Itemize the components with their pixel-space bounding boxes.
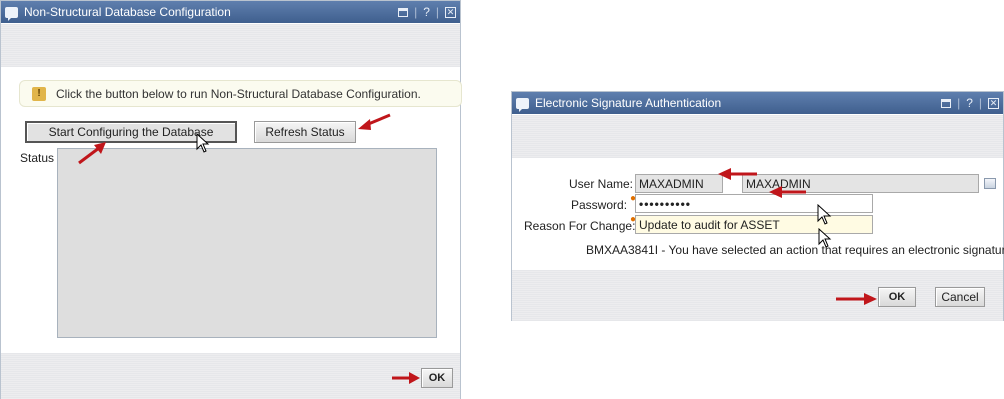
mouse-pointer-icon	[818, 228, 832, 248]
close-icon[interactable]: ✕	[988, 97, 999, 109]
lookup-icon[interactable]	[984, 178, 996, 189]
help-icon[interactable]: ?	[966, 96, 973, 110]
ok-button[interactable]: OK	[421, 368, 453, 388]
dialog-titlebar: Electronic Signature Authentication | ? …	[512, 92, 1003, 114]
user-name-label: User Name:	[569, 177, 634, 191]
hint-text: Click the button below to run Non-Struct…	[56, 86, 421, 101]
minimize-icon[interactable]	[941, 98, 952, 108]
minimize-icon[interactable]	[398, 7, 409, 17]
ok-button[interactable]: OK	[878, 287, 916, 307]
dialog-titlebar: Non-Structural Database Configuration | …	[1, 1, 460, 23]
reason-value: Update to audit for ASSET	[639, 218, 780, 232]
annotation-arrow-icon	[392, 372, 420, 384]
title-separator: |	[978, 96, 982, 110]
reason-field[interactable]: Update to audit for ASSET	[635, 215, 873, 234]
password-field[interactable]: ••••••••••	[635, 194, 873, 213]
title-separator: |	[435, 5, 439, 19]
dialog-icon	[5, 6, 18, 21]
annotation-arrow-icon	[358, 113, 391, 130]
dialog-icon	[516, 97, 529, 112]
non-structural-db-dialog: Non-Structural Database Configuration | …	[0, 0, 462, 399]
dialog-toolbar-strip	[1, 24, 460, 67]
dialog-title: Non-Structural Database Configuration	[24, 5, 231, 19]
ok-label: OK	[888, 291, 906, 303]
help-icon[interactable]: ?	[423, 5, 430, 19]
dialog-toolbar-strip	[512, 115, 1003, 158]
refresh-status-label: Refresh Status	[265, 125, 345, 139]
dialog-footer-strip	[512, 270, 1003, 321]
password-label: Password:	[571, 198, 628, 212]
password-value: ••••••••••	[639, 197, 692, 211]
title-controls: | ? | ✕	[398, 5, 456, 19]
dialog-title: Electronic Signature Authentication	[535, 96, 722, 110]
cancel-label: Cancel	[941, 290, 979, 304]
mouse-pointer-icon	[817, 204, 832, 225]
electronic-signature-dialog: Electronic Signature Authentication | ? …	[511, 91, 1004, 321]
user-name-field: MAXADMIN	[635, 174, 723, 193]
refresh-status-button[interactable]: Refresh Status	[254, 121, 356, 143]
mouse-pointer-icon	[196, 133, 210, 153]
title-separator: |	[957, 96, 961, 110]
annotation-arrow-icon	[718, 168, 757, 180]
annotation-arrow-icon	[769, 186, 806, 198]
title-separator: |	[414, 5, 418, 19]
start-configuring-label: Start Configuring the Database	[48, 125, 214, 139]
status-textarea[interactable]	[57, 148, 437, 338]
status-label: Status	[20, 151, 55, 165]
close-icon[interactable]: ✕	[445, 6, 456, 18]
annotation-arrow-icon	[78, 142, 106, 165]
user-name-value: MAXADMIN	[639, 177, 704, 191]
ok-label: OK	[428, 372, 446, 384]
hint-panel: ! Click the button below to run Non-Stru…	[19, 80, 462, 107]
annotation-arrow-icon	[836, 293, 877, 305]
signature-message: BMXAA3841I - You have selected an action…	[586, 243, 1004, 257]
info-icon: !	[32, 86, 46, 101]
reason-label: Reason For Change:	[524, 219, 636, 233]
cancel-button[interactable]: Cancel	[935, 287, 985, 307]
title-controls: | ? | ✕	[941, 96, 999, 110]
